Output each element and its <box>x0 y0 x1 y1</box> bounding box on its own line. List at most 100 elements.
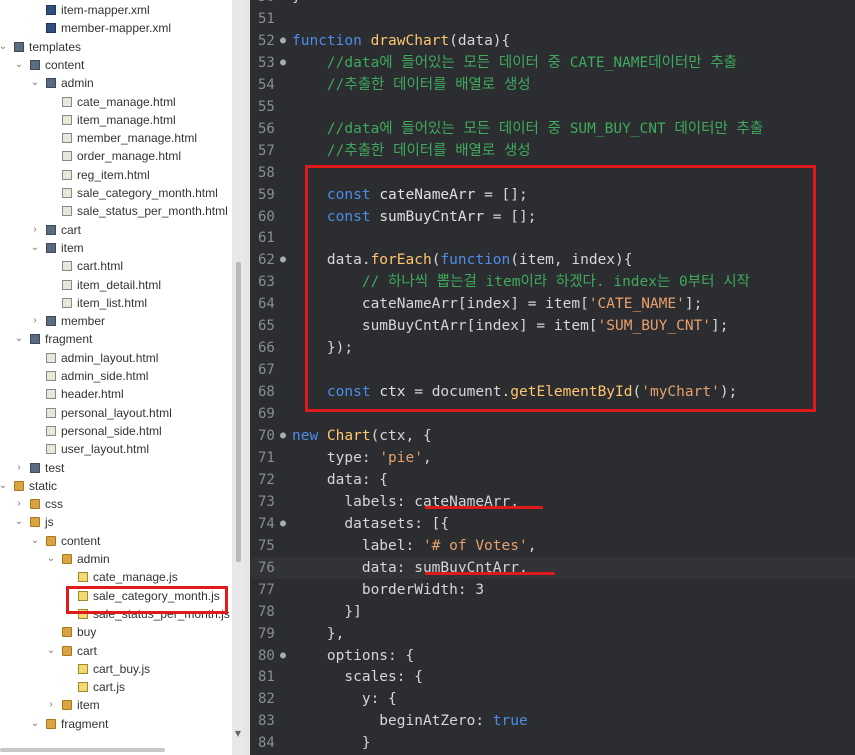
folder-icon <box>62 554 72 564</box>
tree-item-label: sale_status_per_month.html <box>77 204 228 219</box>
expand-arrow-icon[interactable]: ⌄ <box>46 642 56 660</box>
tree-item-label: cart <box>61 222 82 237</box>
line-number: 68 <box>258 384 275 401</box>
line-number: 61 <box>258 230 275 247</box>
tree-item-label: cart.html <box>77 259 124 274</box>
explorer-horizontal-scrollbar[interactable] <box>0 748 165 752</box>
code-line[interactable]: 53 ● //data에 들어있는 모든 데이터 중 CATE_NAME데이터만 … <box>250 52 855 74</box>
fold-marker-icon[interactable]: ● <box>280 425 286 447</box>
tree-item-label: member <box>61 314 106 329</box>
code-text: } <box>292 732 371 754</box>
expand-arrow-icon[interactable]: ⌄ <box>14 513 24 531</box>
fold-marker-icon[interactable]: ● <box>280 30 286 52</box>
tree-item-label: buy <box>77 625 97 640</box>
line-number: 64 <box>258 296 275 313</box>
code-line[interactable]: 83 beginAtZero: true <box>250 710 855 732</box>
expand-arrow-icon[interactable]: ⌄ <box>0 38 8 56</box>
code-token: }, <box>292 625 345 642</box>
tree-item-label: personal_layout.html <box>61 405 172 420</box>
collapse-arrow-icon[interactable]: › <box>30 221 40 239</box>
fold-marker-icon[interactable]: ● <box>280 52 286 74</box>
line-number: 67 <box>258 362 275 379</box>
line-number: 72 <box>258 471 275 488</box>
code-line[interactable]: 79 }, <box>250 623 855 645</box>
code-token: scales: { <box>292 669 423 686</box>
code-line[interactable]: 55 <box>250 96 855 118</box>
tree-item-label: templates <box>29 39 82 54</box>
code-text: scales: { <box>292 666 423 688</box>
code-line[interactable]: 52 ● function drawChart(data){ <box>250 30 855 52</box>
code-line[interactable]: 50} <box>250 0 855 8</box>
folder-icon <box>62 645 72 656</box>
line-number: 83 <box>258 713 275 730</box>
expand-arrow-icon[interactable]: ⌄ <box>30 239 40 257</box>
code-line[interactable]: 84 } <box>250 732 855 754</box>
tree-item-label: admin_layout.html <box>61 350 159 365</box>
expand-arrow-icon[interactable]: ⌄ <box>46 550 56 568</box>
code-line[interactable]: 56 //data에 들어있는 모든 데이터 중 SUM_BUY_CNT 데이터… <box>250 118 855 140</box>
collapse-arrow-icon[interactable]: › <box>46 696 56 714</box>
line-number: 62 <box>258 252 275 269</box>
tree-item-label: fragment <box>61 716 109 731</box>
package-icon <box>30 59 40 70</box>
expand-arrow-icon[interactable]: ⌄ <box>30 532 40 550</box>
expand-arrow-icon[interactable]: ⌄ <box>30 715 40 733</box>
code-token: options: { <box>292 647 415 664</box>
code-line[interactable]: 81 scales: { <box>250 666 855 688</box>
line-number: 81 <box>258 669 275 686</box>
code-line[interactable]: 82 y: { <box>250 688 855 710</box>
code-line[interactable]: 54 //추출한 데이터를 배열로 생성 <box>250 74 855 96</box>
fold-marker-icon[interactable]: ● <box>280 249 286 271</box>
collapse-arrow-icon[interactable]: › <box>14 459 24 477</box>
code-token: drawChart <box>370 32 450 49</box>
collapse-arrow-icon[interactable]: › <box>14 495 24 513</box>
expand-arrow-icon[interactable]: ⌄ <box>14 56 24 74</box>
line-number: 59 <box>258 186 275 203</box>
code-line[interactable]: 76 data: sumBuyCntArr, <box>250 556 855 579</box>
fold-marker-icon[interactable]: ● <box>280 513 286 535</box>
code-line[interactable]: 73 labels: cateNameArr, <box>250 491 855 513</box>
expand-arrow-icon[interactable]: ⌄ <box>0 477 8 495</box>
folder-icon <box>46 535 56 546</box>
code-line[interactable]: 74 ● datasets: [{ <box>250 513 855 535</box>
fold-marker-icon[interactable]: ● <box>280 645 286 667</box>
code-token: label: <box>292 537 423 554</box>
expand-arrow-icon[interactable]: ⌄ <box>30 74 40 92</box>
expand-arrow-icon[interactable]: ⌄ <box>14 330 24 348</box>
tree-item-label: content <box>45 57 85 72</box>
js-file-icon <box>78 682 88 693</box>
code-text: beginAtZero: true <box>292 710 527 732</box>
collapse-arrow-icon[interactable]: › <box>30 312 40 330</box>
code-line[interactable]: 71 type: 'pie', <box>250 447 855 469</box>
tree-item-label: static <box>29 478 58 493</box>
code-line[interactable]: 77 borderWidth: 3 <box>250 579 855 601</box>
code-line[interactable]: 80 ● options: { <box>250 645 855 667</box>
line-number: 69 <box>258 406 275 423</box>
tree-item-label: cate_manage.js <box>93 570 178 585</box>
html-file-icon <box>46 389 56 400</box>
line-number: 55 <box>258 98 275 115</box>
tree-item-label: admin <box>77 552 110 566</box>
tree-item-label: item <box>77 698 100 713</box>
code-token: //data에 들어있는 모든 데이터 중 SUM_BUY_CNT 데이터만 추… <box>326 120 764 137</box>
explorer-scrollbar-thumb[interactable] <box>236 262 241 562</box>
line-number: 58 <box>258 164 275 181</box>
package-icon <box>46 242 56 253</box>
tree-item-label: cart.js <box>93 680 126 695</box>
html-file-icon <box>62 114 72 125</box>
code-line[interactable]: 57 //추출한 데이터를 배열로 생성 <box>250 140 855 162</box>
code-line[interactable]: 78 }] <box>250 601 855 623</box>
scroll-down-arrow-icon[interactable]: ▼ <box>233 728 243 740</box>
line-number: 82 <box>258 691 275 708</box>
line-number: 70 <box>258 428 275 444</box>
folder-icon <box>30 499 40 510</box>
code-token: Chart <box>326 428 371 444</box>
code-line[interactable]: 75 label: '# of Votes', <box>250 535 855 557</box>
tree-item-label: order_manage.html <box>77 149 182 164</box>
code-line[interactable]: 72 data: { <box>250 469 855 491</box>
code-line[interactable]: 51 <box>250 8 855 30</box>
code-line[interactable]: 70 ● new Chart(ctx, { <box>250 425 855 447</box>
html-file-icon <box>62 133 72 144</box>
